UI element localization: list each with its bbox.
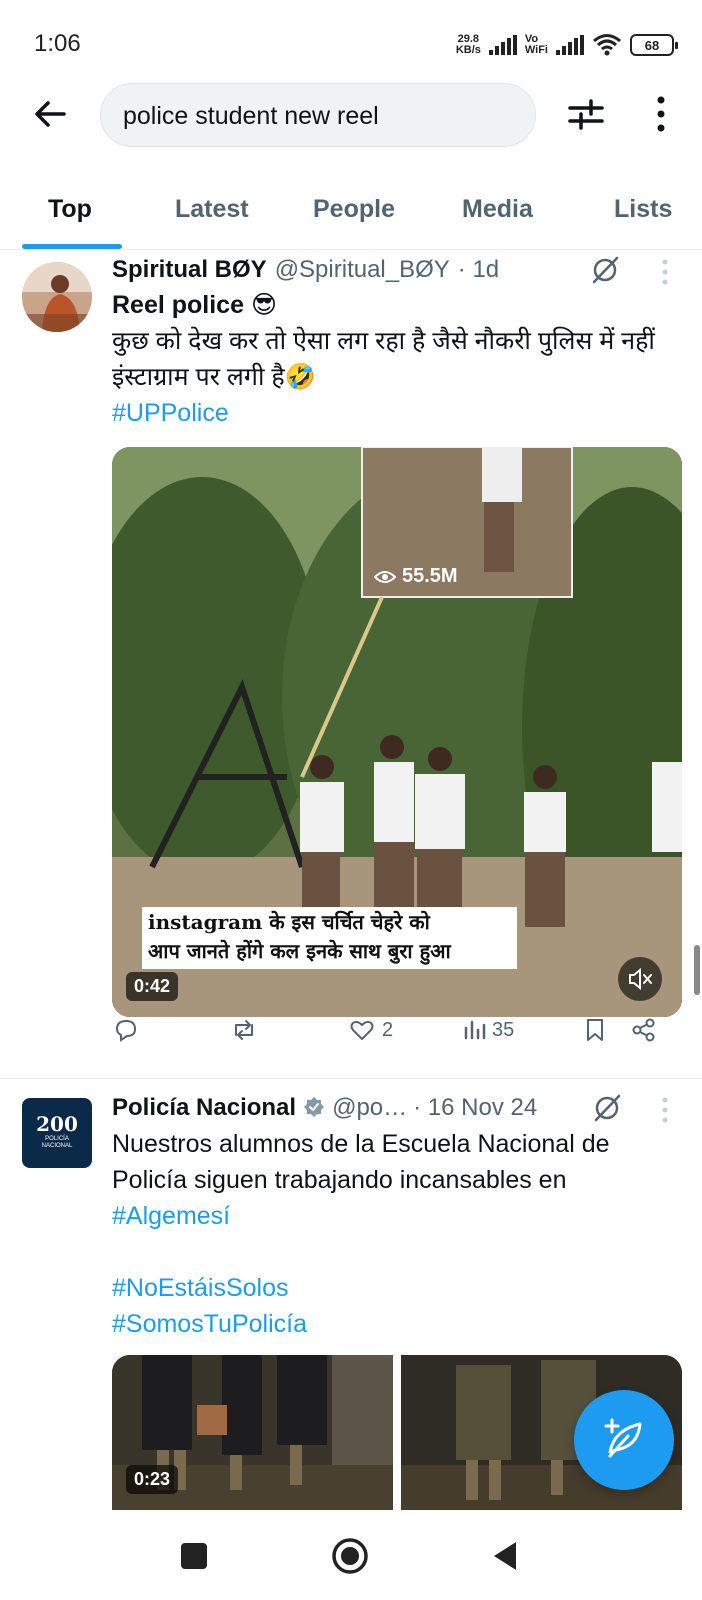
speaker-muted-icon: [629, 967, 652, 991]
views-button[interactable]: 35: [462, 1010, 514, 1050]
battery-icon: 68: [630, 34, 678, 56]
views-bar-icon: [464, 1020, 486, 1040]
mute-button[interactable]: [618, 957, 662, 1001]
post-video[interactable]: 55.5M instagram के इस चर्चित चेहरे को आप…: [112, 447, 682, 1017]
search-tabs: Top Latest People Media Lists: [0, 175, 702, 250]
bookmark-button[interactable]: [582, 1010, 608, 1050]
heart-icon: [350, 1020, 374, 1040]
share-icon: [632, 1018, 655, 1042]
search-header: police student new reel: [0, 80, 702, 152]
vowifi-line2: WiFi: [524, 44, 548, 56]
back-button[interactable]: [30, 94, 70, 134]
hashtag-link[interactable]: #SomosTuPolicía: [112, 1306, 682, 1342]
signal-icon: [488, 35, 517, 55]
video-duration: 0:23: [126, 1465, 179, 1494]
tab-latest[interactable]: Latest: [175, 195, 249, 224]
views-overlay-value: 55.5M: [402, 565, 458, 587]
network-speed: 29.8 KB/s: [456, 34, 481, 56]
post-text: Nuestros alumnos de la Escuela Nacional …: [112, 1126, 682, 1342]
hashtag-link[interactable]: #Algemesí: [112, 1198, 682, 1234]
video-caption-line1: instagram के इस चर्चित चेहरे को: [148, 910, 430, 934]
post-divider: [0, 1078, 702, 1079]
repost-icon: [235, 1020, 253, 1040]
post-actions: 2 35: [112, 1010, 682, 1050]
sliders-icon: [568, 99, 604, 130]
author-name[interactable]: Policía Nacional: [112, 1094, 296, 1122]
status-bar: 1:06 29.8 KB/s Vo WiFi 68: [0, 0, 702, 80]
post-more-icon[interactable]: [660, 1096, 670, 1124]
scrollbar-thumb[interactable]: [694, 945, 700, 995]
video-duration: 0:42: [126, 972, 179, 1001]
hashtag-link[interactable]: #UPPolice: [112, 395, 682, 431]
repost-button[interactable]: [230, 1010, 264, 1050]
system-nav-bar: [0, 1510, 702, 1600]
post-time: · 16 Nov 24: [413, 1094, 538, 1121]
active-tab-indicator: [22, 244, 122, 249]
avatar[interactable]: 200 POLICÍA NACIONAL: [22, 1098, 92, 1168]
wifi-icon: [593, 34, 621, 56]
post-spiritual-boy[interactable]: Spiritual BØY @Spiritual_BØY · 1d Reel p…: [0, 250, 702, 1080]
hashtag-link[interactable]: #NoEstáisSolos: [112, 1270, 682, 1306]
logo-sub2: NACIONAL: [41, 1143, 73, 1149]
post-text: Reel police 😎 कुछ को देख कर तो ऐसा लग रह…: [112, 287, 682, 431]
square-icon: [181, 1543, 207, 1569]
home-button[interactable]: [328, 1534, 372, 1578]
verified-badge-icon: [304, 1097, 325, 1117]
views-overlay: 55.5M: [374, 565, 458, 588]
status-time: 1:06: [34, 30, 81, 57]
home-circle-icon: [332, 1538, 368, 1574]
network-speed-unit: KB/s: [455, 44, 481, 56]
post-time: · 1d: [457, 256, 500, 283]
logo-sub: POLICÍA NACIONAL: [22, 1136, 92, 1150]
recents-button[interactable]: [172, 1534, 216, 1578]
post-header: Policía Nacional @po… · 16 Nov 24: [112, 1091, 537, 1125]
author-handle[interactable]: @Spiritual_BØY: [275, 256, 450, 284]
video-caption: instagram के इस चर्चित चेहरे को आप जानते…: [148, 908, 518, 966]
author-name[interactable]: Spiritual BØY: [112, 256, 267, 284]
search-input[interactable]: police student new reel: [100, 83, 536, 147]
post-video[interactable]: 0:23: [112, 1355, 393, 1510]
tab-top[interactable]: Top: [48, 195, 92, 224]
bookmark-icon: [587, 1019, 603, 1041]
video-caption-line2: आप जानते होंगे कल इनके साथ बुरा हुआ: [148, 939, 451, 963]
post-title: Reel police 😎: [112, 291, 278, 319]
search-query: police student new reel: [123, 102, 379, 130]
status-icons: 29.8 KB/s Vo WiFi 68: [456, 30, 678, 60]
logo-sub1: POLICÍA: [45, 1136, 69, 1142]
post-text-line1: कुछ को देख कर तो ऐसा लग रहा है जैसे नौकर…: [112, 327, 655, 355]
signal-icon-2: [556, 35, 584, 55]
vertical-dots-icon: [657, 96, 665, 132]
post-more-icon[interactable]: [660, 258, 670, 286]
compose-post-button[interactable]: [574, 1390, 674, 1490]
like-button[interactable]: 2: [348, 1010, 393, 1050]
triangle-back-icon: [494, 1542, 516, 1570]
grok-icon[interactable]: [590, 255, 620, 285]
tab-media[interactable]: Media: [462, 195, 533, 224]
avatar-image: [22, 262, 92, 332]
eye-icon: [374, 570, 396, 583]
post-text-line2: Policía siguen trabajando incansables en: [112, 1166, 567, 1194]
arrow-left-icon: [35, 101, 66, 127]
post-header: Spiritual BØY @Spiritual_BØY · 1d: [112, 253, 499, 287]
like-count: 2: [382, 1018, 394, 1041]
reply-button[interactable]: [112, 1010, 146, 1050]
post-text-line2: इंस्टाग्राम पर लगी है🤣: [112, 363, 316, 391]
vowifi-label: Vo WiFi: [525, 34, 548, 56]
reply-icon: [115, 1019, 137, 1042]
tab-people[interactable]: People: [313, 195, 395, 224]
tab-lists[interactable]: Lists: [614, 195, 672, 224]
compose-feather-icon: [604, 1418, 642, 1458]
views-count: 35: [492, 1018, 515, 1041]
grok-icon[interactable]: [592, 1093, 622, 1123]
filter-button[interactable]: [566, 94, 606, 134]
more-options-button[interactable]: [646, 94, 676, 134]
author-handle[interactable]: @po…: [332, 1094, 407, 1122]
back-nav-button[interactable]: [484, 1534, 528, 1578]
post-text-line1: Nuestros alumnos de la Escuela Nacional …: [112, 1130, 610, 1158]
share-button[interactable]: [630, 1010, 658, 1050]
logo-number: 200: [36, 1112, 78, 1136]
avatar[interactable]: [22, 262, 92, 332]
